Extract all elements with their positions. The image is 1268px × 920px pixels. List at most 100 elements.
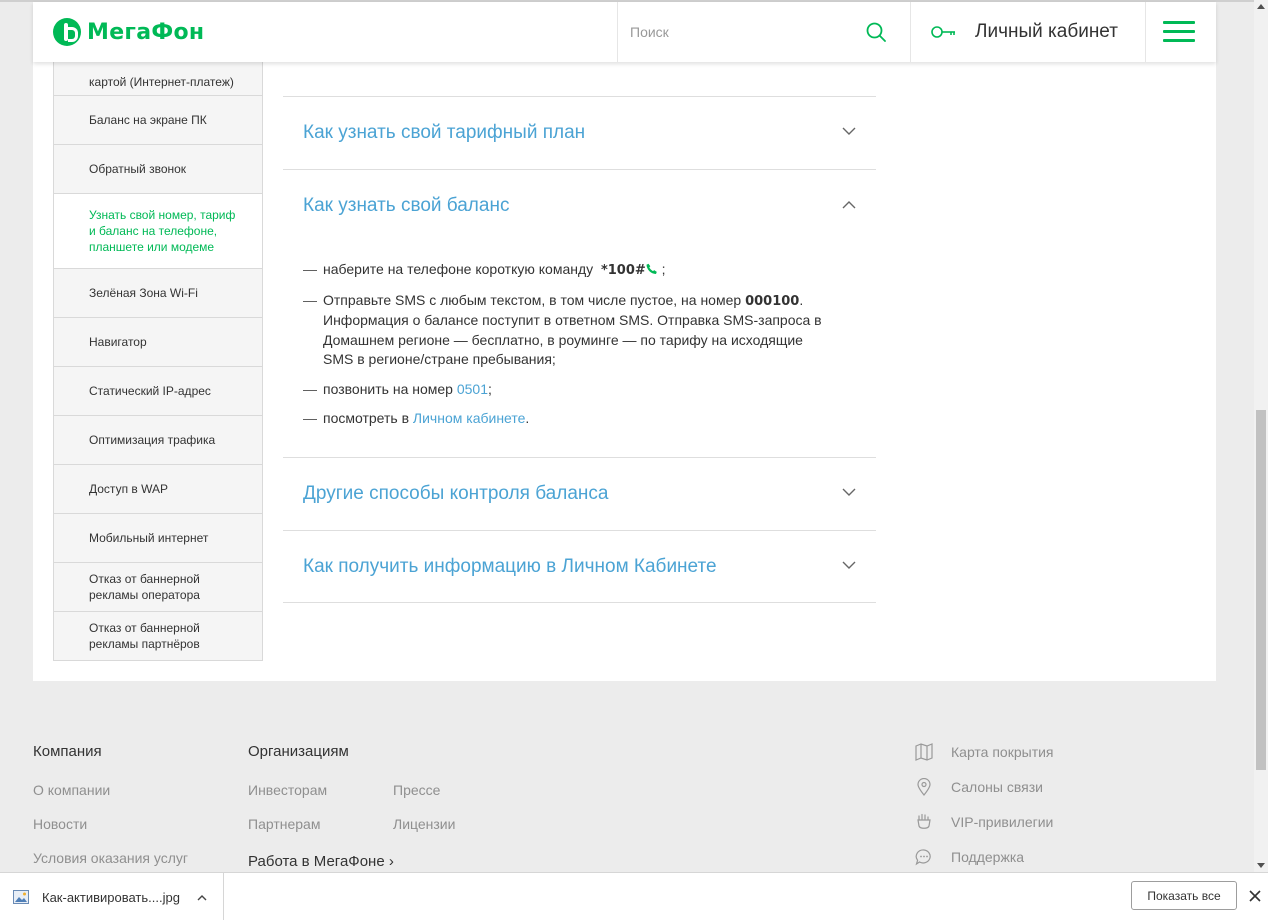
footer-org-heading: Организациям [248, 743, 349, 760]
chevron-down-icon [842, 127, 856, 135]
text: позвонить на номер [323, 380, 453, 397]
list-item: — наберите на телефоне короткую команду … [303, 260, 833, 281]
download-file-name: Как-активировать....jpg [42, 889, 180, 905]
scroll-thumb[interactable] [1256, 410, 1266, 770]
sidebar-item-traffic-optimization[interactable]: Оптимизация трафика [53, 416, 263, 465]
show-all-downloads-button[interactable]: Показать все [1131, 881, 1237, 910]
accordion-title: Другие способы контроля баланса [303, 483, 609, 504]
menu-icon[interactable] [1163, 21, 1195, 43]
dash-bullet: — [303, 410, 317, 426]
phone-number-link[interactable]: 0501 [457, 381, 488, 397]
chevron-down-icon [842, 561, 856, 569]
chat-bubble-icon [915, 849, 931, 866]
footer-link-vip[interactable]: VIP-привилегии [915, 813, 1053, 831]
footer-link-terms[interactable]: Условия оказания услуг [33, 850, 188, 866]
sidebar-item-static-ip[interactable]: Статический IP-адрес [53, 367, 263, 416]
footer-link-investors[interactable]: Инвесторам [248, 782, 327, 798]
accordion-item-tariff[interactable]: Как узнать свой тарифный план [283, 96, 876, 169]
megafon-logo[interactable]: МегаФон [53, 18, 204, 46]
dash-bullet: — [303, 261, 317, 277]
sidebar-item-label: Узнать свой номер, тариф и баланс на тел… [89, 208, 236, 254]
accordion-item-cabinet-info[interactable]: Как получить информацию в Личном Кабинет… [283, 530, 876, 603]
footer-link-stores[interactable]: Салоны связи [915, 778, 1043, 796]
dash-bullet: — [303, 380, 317, 397]
footer-link-coverage-map[interactable]: Карта покрытия [915, 743, 1054, 761]
scroll-down-arrow-icon[interactable] [1257, 863, 1265, 868]
download-bar: Как-активировать....jpg Показать все [0, 872, 1268, 920]
search-icon[interactable] [866, 22, 886, 42]
text: ; [488, 380, 492, 397]
cabinet-label: Личный кабинет [975, 21, 1118, 42]
sms-number: 000100 [745, 293, 800, 309]
footer-link-press[interactable]: Прессе [393, 782, 440, 798]
footer-company-heading: Компания [33, 743, 102, 760]
footer-right-label: Поддержка [951, 849, 1025, 865]
accordion-item-other-methods[interactable]: Другие способы контроля баланса [283, 457, 876, 530]
sidebar-item-mobile-internet[interactable]: Мобильный интернет [53, 514, 263, 563]
scroll-up-arrow-icon[interactable] [1257, 4, 1265, 9]
close-icon[interactable] [1249, 890, 1261, 902]
footer-right-label: Карта покрытия [951, 744, 1054, 760]
sidebar-item-wap-access[interactable]: Доступ в WAP [53, 465, 263, 514]
ussd-code: *100# [600, 263, 646, 278]
footer-link-licenses[interactable]: Лицензии [393, 816, 455, 832]
sidebar-item-balance-pc[interactable]: Баланс на экране ПК [53, 96, 263, 145]
footer-link-about[interactable]: О компании [33, 782, 110, 798]
dash-bullet: — [303, 291, 317, 308]
phone-icon[interactable] [646, 263, 658, 275]
page-scrollbar[interactable] [1254, 0, 1268, 872]
sidebar-nav: картой (Интернет-платеж) Баланс на экран… [53, 47, 263, 661]
footer-link-news[interactable]: Новости [33, 816, 87, 832]
accordion-body: — наберите на телефоне короткую команду … [303, 260, 833, 439]
sidebar-item-partner-banner-optout[interactable]: Отказ от баннерной рекламы партнёров [53, 612, 263, 661]
text: наберите на телефоне короткую команду [323, 261, 594, 277]
list-item: — посмотреть в Личном кабинете. [303, 409, 833, 429]
location-pin-icon [917, 778, 931, 796]
sidebar-item-check-number-tariff-balance[interactable]: Узнать свой номер, тариф и баланс на тел… [53, 194, 263, 269]
chevron-up-icon[interactable] [197, 894, 207, 901]
sidebar-item-navigator[interactable]: Навигатор [53, 318, 263, 367]
personal-cabinet-link[interactable]: Личный кабинет [911, 2, 1146, 62]
footer-link-careers[interactable]: Работа в МегаФоне › [248, 853, 394, 870]
accordion-title: Как получить информацию в Личном Кабинет… [303, 556, 717, 577]
sidebar-item-green-zone-wifi[interactable]: Зелёная Зона Wi-Fi [53, 269, 263, 318]
vip-hand-icon [917, 813, 931, 829]
sidebar-item-operator-banner-optout[interactable]: Отказ от баннерной рекламы оператора [53, 563, 263, 612]
logo-text: МегаФон [87, 19, 205, 45]
accordion-title: Как узнать свой тарифный план [303, 122, 586, 143]
sidebar-item-label: Навигатор [89, 335, 147, 349]
accordion-title[interactable]: Как узнать свой баланс [303, 195, 509, 217]
map-icon [915, 743, 933, 761]
image-file-icon [13, 890, 29, 904]
sidebar-item-label: Отказ от баннерной рекламы партнёров [89, 621, 200, 651]
list-item-text: наберите на телефоне короткую команду *1… [323, 260, 666, 281]
site-footer: Компания О компании Новости Условия оказ… [0, 681, 1268, 871]
chevron-up-icon[interactable] [842, 200, 856, 209]
search-input[interactable] [630, 22, 850, 42]
sidebar-item-label: Оптимизация трафика [89, 433, 216, 447]
site-header: МегаФон Личный кабинет [33, 2, 1216, 62]
sidebar-item-label: Обратный звонок [89, 162, 187, 176]
text: посмотреть в [323, 410, 410, 426]
sidebar-item-label: Баланс на экране ПК [89, 113, 207, 127]
chevron-down-icon [842, 488, 856, 496]
sidebar-item-callback[interactable]: Обратный звонок [53, 145, 263, 194]
careers-label: Работа в МегаФоне [248, 853, 385, 870]
key-icon [931, 26, 955, 38]
sidebar-item-label: Мобильный интернет [89, 531, 209, 545]
sidebar-item-label: Статический IP-адрес [89, 384, 211, 398]
personal-cabinet-inline-link[interactable]: Личном кабинете [413, 410, 526, 426]
footer-link-partners[interactable]: Партнерам [248, 816, 320, 832]
download-item[interactable]: Как-активировать....jpg [0, 873, 224, 920]
list-item: — Отправьте SMS с любым текстом, в том ч… [303, 291, 833, 370]
list-item: — позвонить на номер 0501; [303, 380, 833, 400]
footer-right-label: VIP-привилегии [951, 814, 1054, 830]
footer-link-support[interactable]: Поддержка [915, 848, 1024, 866]
menu-icon-bar [1163, 39, 1195, 42]
sidebar-item-label: Отказ от баннерной рекламы оператора [89, 572, 200, 602]
megafon-logo-mark [53, 18, 81, 46]
sidebar-item-label: Зелёная Зона Wi-Fi [89, 286, 198, 300]
list-item-text: позвонить на номер 0501; [323, 380, 492, 400]
text: . [525, 410, 530, 426]
menu-icon-bar [1163, 21, 1195, 24]
